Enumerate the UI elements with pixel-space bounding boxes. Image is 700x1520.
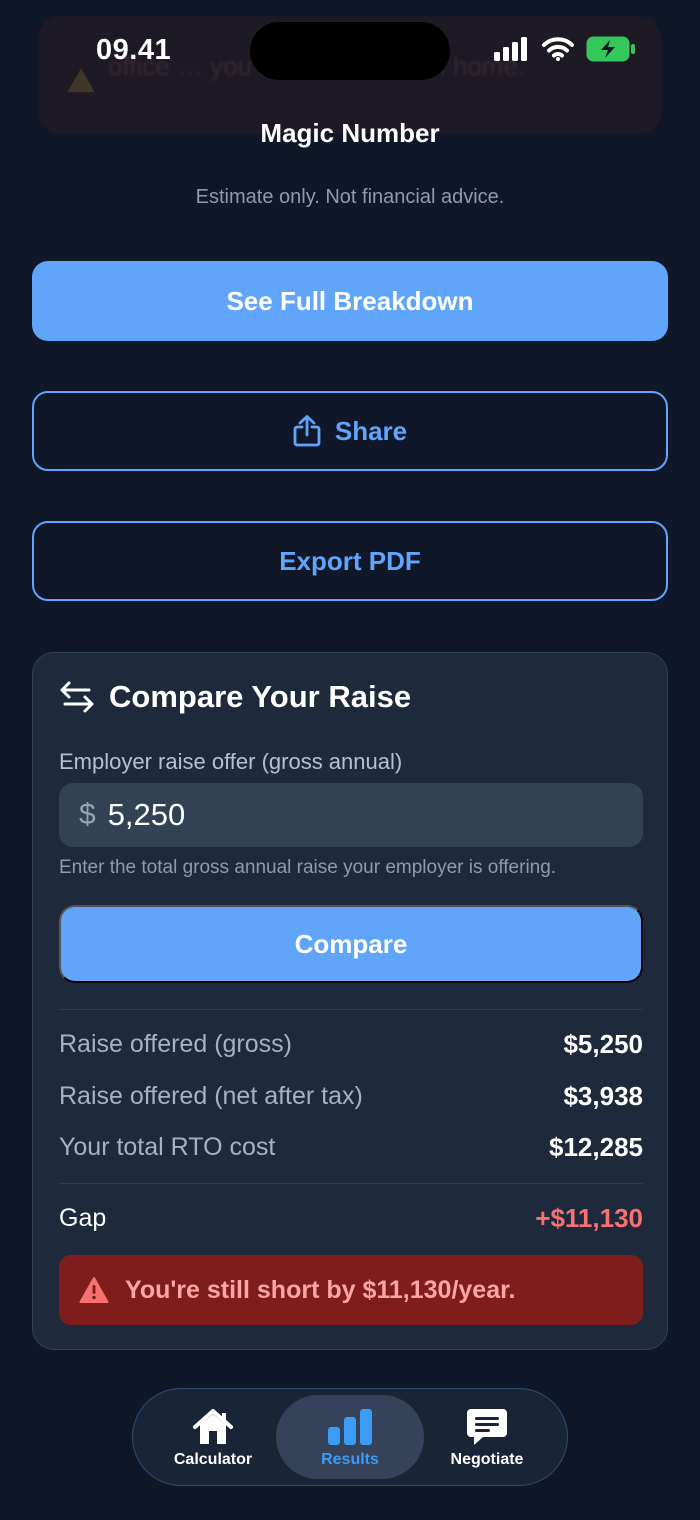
- results-screen: office … you an extra … from home. 09.41…: [0, 0, 700, 1520]
- raise-offer-value[interactable]: 5,250: [108, 797, 186, 833]
- result-row: Your total RTO cost $12,285: [59, 1132, 643, 1163]
- cellular-signal-icon: [494, 37, 527, 61]
- result-row-label: Your total RTO cost: [59, 1133, 276, 1161]
- raise-offer-input[interactable]: $ 5,250: [59, 783, 643, 847]
- wifi-icon: [542, 37, 574, 61]
- divider: [59, 1009, 643, 1010]
- export-pdf-button[interactable]: Export PDF: [32, 521, 668, 601]
- result-row-label: Raise offered (net after tax): [59, 1082, 363, 1110]
- share-icon: [293, 415, 321, 447]
- status-time: 09.41: [96, 34, 172, 66]
- gap-row: Gap +$11,130: [59, 1203, 643, 1234]
- result-row-value: $5,250: [563, 1029, 643, 1059]
- shortfall-alert: You're still short by $11,130/year.: [59, 1255, 643, 1325]
- result-row: Raise offered (gross) $5,250: [59, 1029, 643, 1060]
- compare-button[interactable]: Compare: [59, 905, 643, 983]
- tab-calculator-label: Calculator: [173, 1451, 253, 1468]
- result-row-value: $3,938: [563, 1081, 643, 1111]
- shortfall-alert-text: You're still short by $11,130/year.: [125, 1275, 516, 1304]
- raise-offer-label: Employer raise offer (gross annual): [59, 749, 403, 774]
- magic-number-title: Magic Number: [260, 118, 440, 148]
- status-icons: [494, 36, 636, 62]
- result-row-value: $12,285: [549, 1132, 643, 1162]
- gap-value: +$11,130: [535, 1203, 643, 1233]
- warning-icon: [79, 1277, 109, 1303]
- battery-charging-icon: [586, 36, 635, 62]
- bar-chart-icon: [328, 1409, 372, 1445]
- see-full-breakdown-button[interactable]: See Full Breakdown: [32, 261, 668, 341]
- share-button-label: Share: [334, 415, 408, 446]
- tab-results[interactable]: Results: [276, 1395, 424, 1479]
- swap-arrows-icon: [60, 681, 94, 713]
- tab-negotiate-label: Negotiate: [450, 1451, 524, 1468]
- result-row: Raise offered (net after tax) $3,938: [59, 1081, 643, 1112]
- tab-negotiate[interactable]: Negotiate: [413, 1395, 561, 1479]
- bottom-tab-bar: Calculator Results Negotiate: [132, 1388, 568, 1486]
- compare-raise-card: Compare Your Raise Employer raise offer …: [32, 652, 668, 1350]
- warning-icon: [67, 68, 95, 93]
- result-row-label: Raise offered (gross): [59, 1030, 292, 1058]
- tab-results-label: Results: [321, 1451, 379, 1468]
- chat-bubble-icon: [467, 1409, 507, 1445]
- house-icon: [193, 1409, 233, 1444]
- share-button[interactable]: Share: [32, 391, 668, 471]
- divider: [59, 1183, 643, 1184]
- compare-card-title: Compare Your Raise: [109, 679, 412, 714]
- tab-calculator[interactable]: Calculator: [139, 1395, 287, 1479]
- disclaimer-text: Estimate only. Not financial advice.: [195, 186, 505, 208]
- raise-offer-hint: Enter the total gross annual raise your …: [59, 857, 557, 878]
- compare-card-header: Compare Your Raise: [59, 679, 411, 715]
- currency-prefix: $: [79, 798, 96, 831]
- gap-label: Gap: [59, 1204, 107, 1232]
- dynamic-island: [250, 22, 450, 80]
